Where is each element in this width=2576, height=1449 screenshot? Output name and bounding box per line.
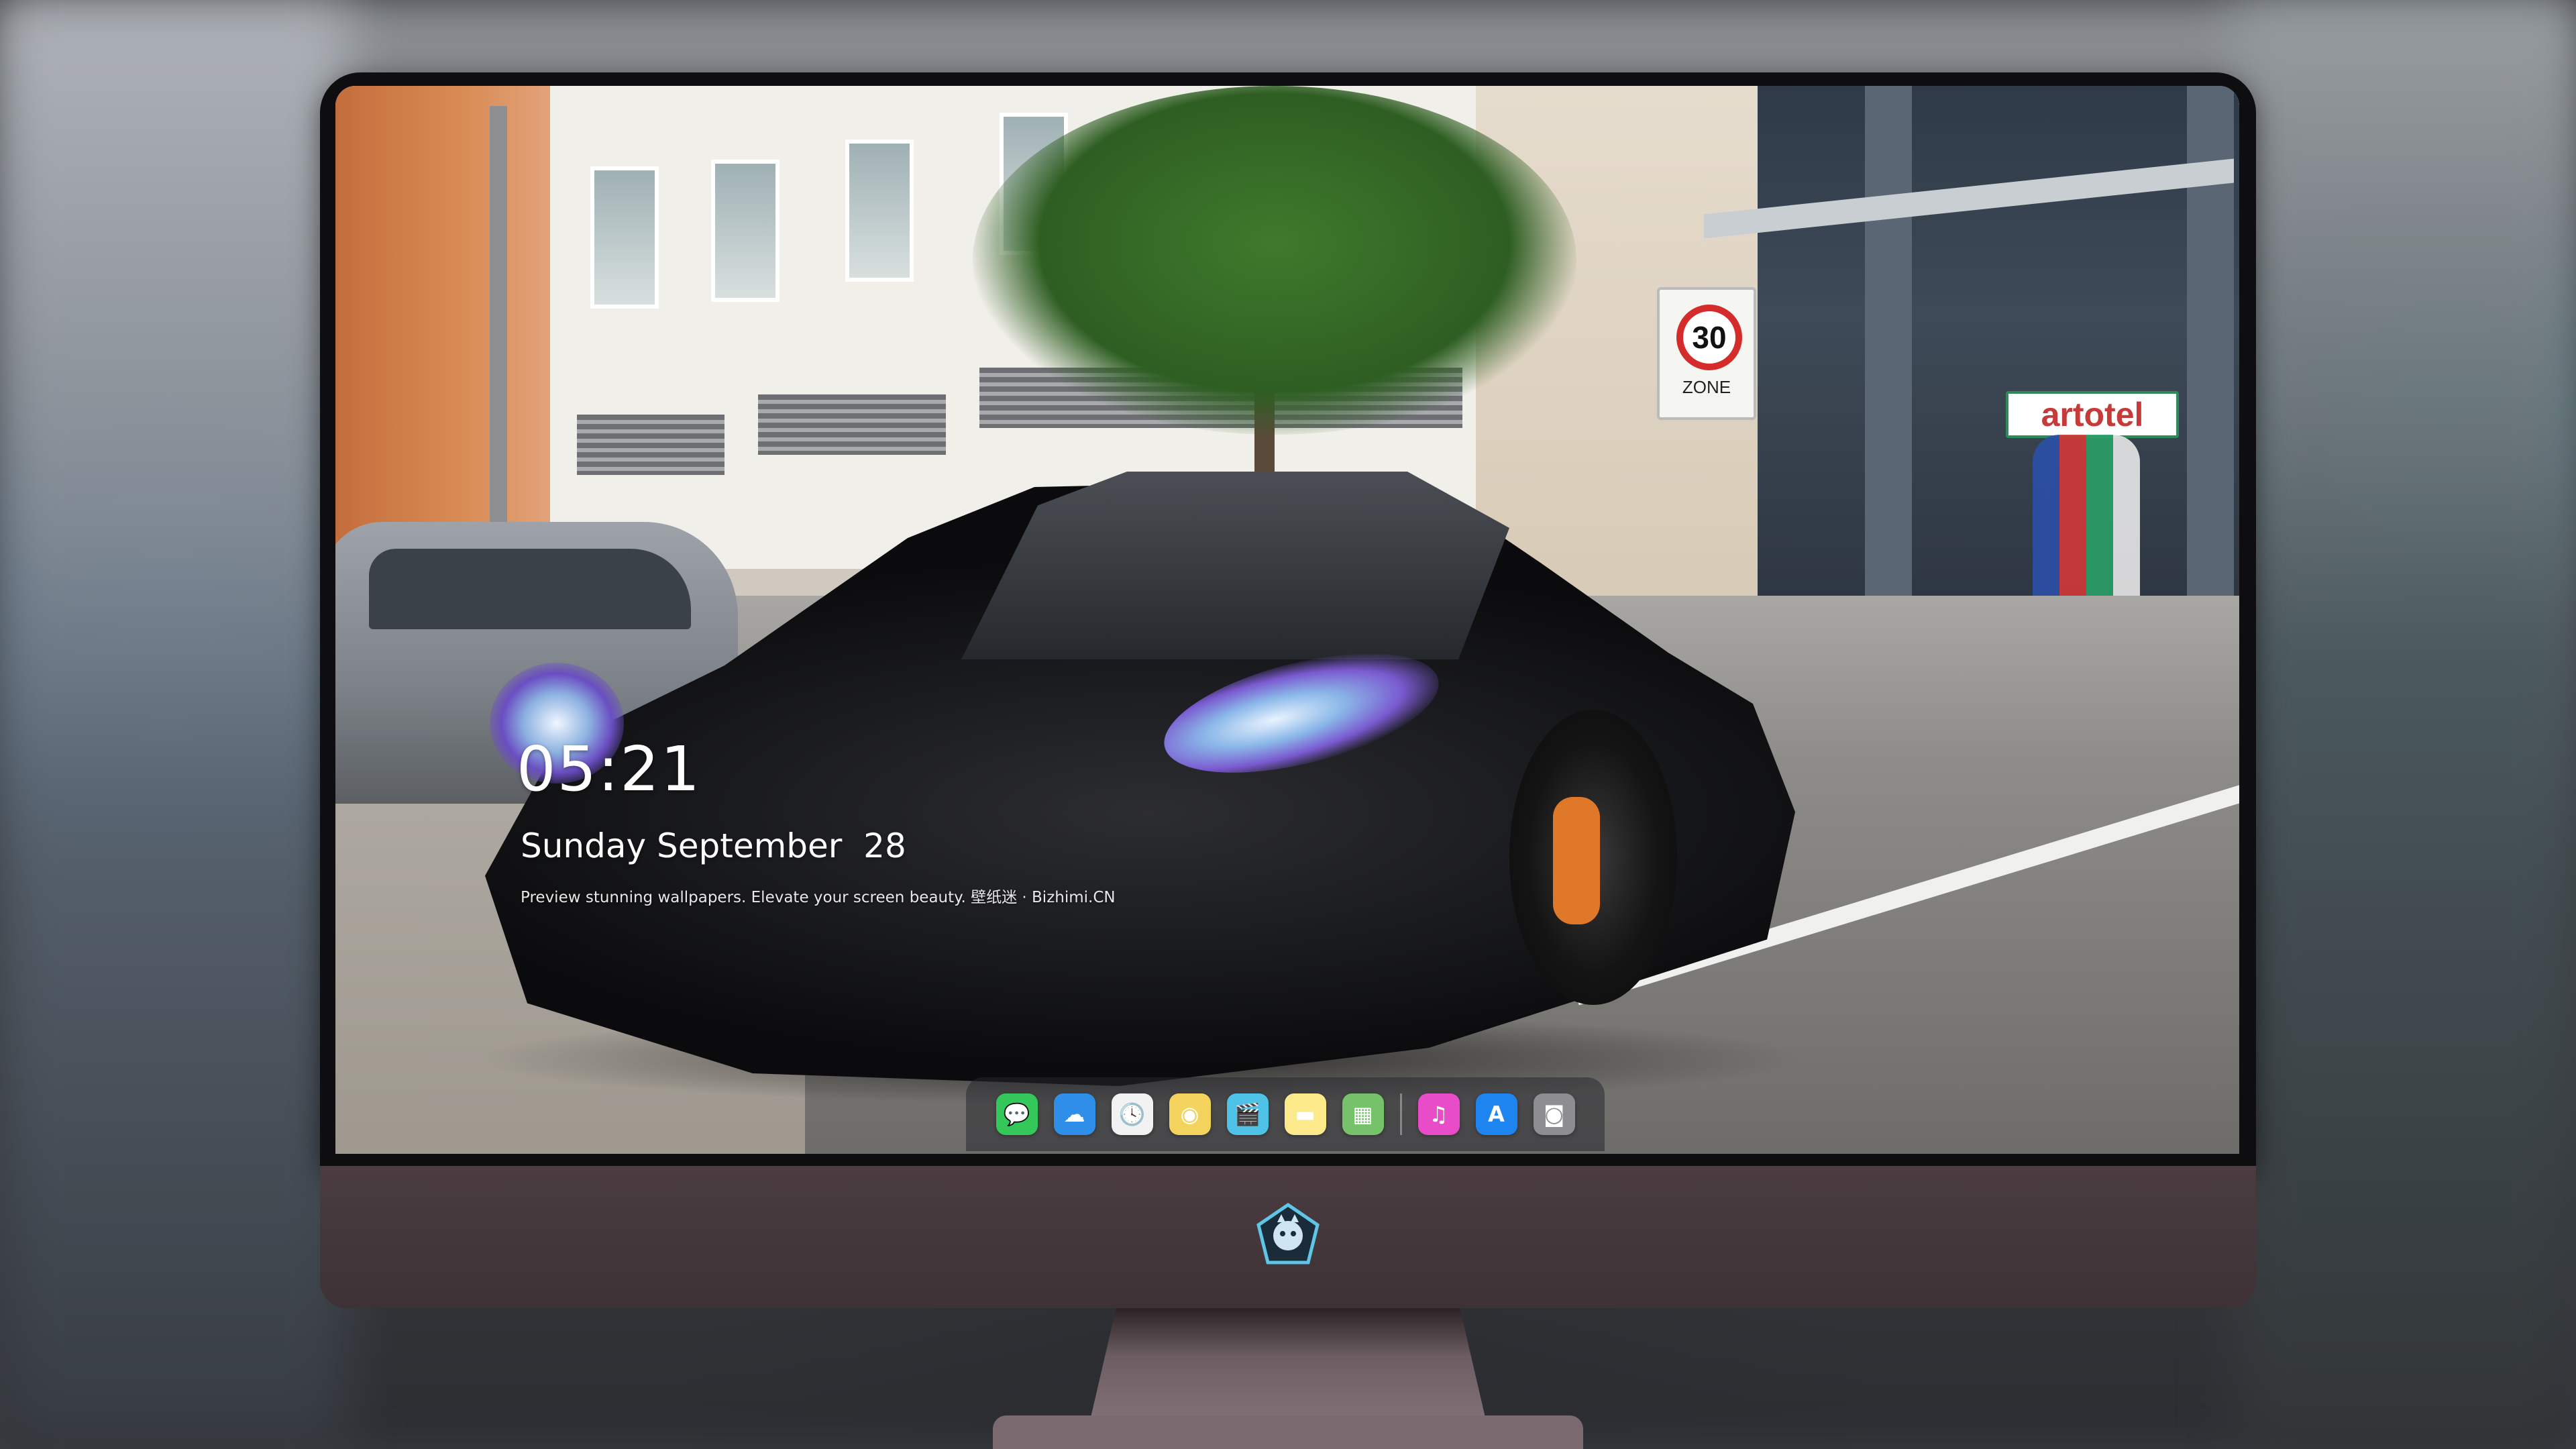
blurred-background-left bbox=[0, 0, 349, 1449]
dock-separator bbox=[1399, 1093, 1402, 1135]
speed-sign-zone: ZONE bbox=[1682, 377, 1731, 397]
mascot-logo-icon bbox=[1256, 1202, 1320, 1265]
app-store-icon[interactable]: A bbox=[1475, 1093, 1517, 1135]
clips-icon[interactable]: 🎬 bbox=[1226, 1093, 1269, 1135]
hotel-sign: artotel bbox=[2006, 391, 2179, 438]
building-window bbox=[711, 160, 780, 302]
wallpaper-building-left bbox=[335, 86, 550, 555]
building-pillar bbox=[1865, 86, 1912, 663]
blurred-background-right bbox=[2234, 0, 2576, 1449]
speed-sign: 30 ZONE bbox=[1657, 287, 1756, 420]
messages-icon[interactable]: 💬 bbox=[996, 1093, 1038, 1135]
building-vent bbox=[758, 394, 946, 455]
monitor-stand-base bbox=[993, 1415, 1583, 1449]
lock-tagline: Preview stunning wallpapers. Elevate you… bbox=[521, 889, 1116, 906]
building-window bbox=[590, 166, 659, 309]
preview-icon[interactable]: ◉ bbox=[1169, 1093, 1211, 1135]
dock: 💬 ☁ 🕓 ◉ 🎬 ▬ ▦ ♫ A ◙ bbox=[966, 1077, 1605, 1151]
lock-date: Sunday September 28 bbox=[521, 826, 906, 865]
brake-caliper bbox=[1553, 797, 1600, 924]
lock-clock: 05:21 bbox=[517, 733, 702, 805]
tree bbox=[973, 86, 1576, 435]
clock-icon[interactable]: 🕓 bbox=[1111, 1093, 1153, 1135]
notes-icon[interactable]: ▬ bbox=[1284, 1093, 1326, 1135]
photo-gallery-icon[interactable]: ▦ bbox=[1342, 1093, 1384, 1135]
lock-screen[interactable]: 30 ZONE artotel 05:21 Sunday September 2… bbox=[335, 86, 2239, 1154]
weather-icon[interactable]: ☁ bbox=[1053, 1093, 1095, 1135]
speed-sign-number: 30 bbox=[1676, 305, 1742, 370]
building-vent bbox=[577, 415, 724, 475]
building-window bbox=[845, 140, 914, 282]
music-icon[interactable]: ♫ bbox=[1417, 1093, 1460, 1135]
silver-car-window bbox=[369, 549, 691, 629]
camera-icon[interactable]: ◙ bbox=[1533, 1093, 1575, 1135]
